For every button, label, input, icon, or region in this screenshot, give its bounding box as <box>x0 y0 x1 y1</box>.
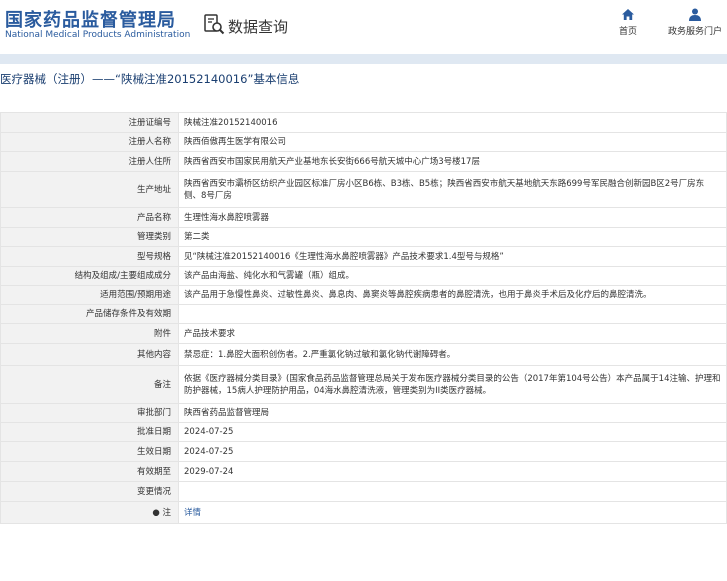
field-value: 陕西省西安市国家民用航天产业基地东长安街666号航天城中心广场3号楼17层 <box>178 151 727 172</box>
field-value: 依据《医疗器械分类目录》(国家食品药品监督管理总局关于发布医疗器械分类目录的公告… <box>178 365 727 404</box>
field-label: 注册人名称 <box>0 132 179 152</box>
table-row: 审批部门 陕西省药品监督管理局 <box>0 403 727 423</box>
field-value: 第二类 <box>178 227 727 247</box>
data-query-heading[interactable]: 数据查询 <box>203 13 288 39</box>
logo-subtitle: National Medical Products Administration <box>5 30 191 40</box>
user-icon <box>663 8 727 21</box>
field-value: 生理性海水鼻腔喷雾器 <box>178 207 727 228</box>
field-value <box>178 304 727 324</box>
site-header: 国家药品监督管理局 National Medical Products Admi… <box>0 0 727 54</box>
field-value: 2029-07-24 <box>178 461 727 482</box>
field-value: 禁忌症：1.鼻腔大面积创伤者。2.严重氯化钠过敏和氯化钠代谢障碍者。 <box>178 343 727 366</box>
table-row: 其他内容 禁忌症：1.鼻腔大面积创伤者。2.严重氯化钠过敏和氯化钠代谢障碍者。 <box>0 343 727 366</box>
note-label-text: 注 <box>162 507 171 518</box>
field-label: 审批部门 <box>0 403 179 423</box>
field-label: 有效期至 <box>0 461 179 482</box>
header-divider-strip <box>0 54 727 64</box>
logo-title[interactable]: 国家药品监督管理局 <box>5 6 176 32</box>
nav-gov-service[interactable]: 政务服务门户 <box>663 8 727 37</box>
table-row: 备注 依据《医疗器械分类目录》(国家食品药品监督管理总局关于发布医疗器械分类目录的… <box>0 365 727 404</box>
note-label: ● 注 <box>0 501 179 524</box>
table-row: 批准日期 2024-07-25 <box>0 422 727 442</box>
field-label: 批准日期 <box>0 422 179 442</box>
pin-icon: ● <box>152 507 163 518</box>
field-label: 注册人住所 <box>0 151 179 172</box>
field-label: 管理类别 <box>0 227 179 247</box>
field-value: 陕械注准20152140016 <box>178 112 727 133</box>
field-value: 陕西省西安市灞桥区纺织产业园区标准厂房小区B6栋、B3栋、B5栋；陕西省西安市航… <box>178 171 727 208</box>
device-info-table: 注册证编号 陕械注准20152140016 注册人名称 陕西佰傲再生医学有限公司 注册人… <box>0 112 727 524</box>
table-row: 注册人住所 陕西省西安市国家民用航天产业基地东长安街666号航天城中心广场3号楼1… <box>0 151 727 172</box>
device-info-body: 注册证编号 陕械注准20152140016 注册人名称 陕西佰傲再生医学有限公司 注册人… <box>0 112 727 524</box>
field-label: 注册证编号 <box>0 112 179 133</box>
field-value: 见“陕械注准20152140016《生理性海水鼻腔喷雾器》产品技术要求1.4型号… <box>178 246 727 267</box>
field-value: 产品技术要求 <box>178 323 727 344</box>
table-row: 附件 产品技术要求 <box>0 323 727 344</box>
field-value: 陕西佰傲再生医学有限公司 <box>178 132 727 152</box>
table-row: 生效日期 2024-07-25 <box>0 441 727 462</box>
field-value: 2024-07-25 <box>178 422 727 442</box>
table-row: 管理类别 第二类 <box>0 227 727 247</box>
field-label: 变更情况 <box>0 481 179 502</box>
note-value: 详情 <box>178 501 727 524</box>
field-label: 产品名称 <box>0 207 179 228</box>
field-value: 该产品由海盐、纯化水和气雾罐（瓶）组成。 <box>178 266 727 286</box>
field-value: 该产品用于急慢性鼻炎、过敏性鼻炎、鼻息肉、鼻窦炎等鼻腔疾病患者的鼻腔清洗，也用于… <box>178 285 727 305</box>
field-label: 生产地址 <box>0 171 179 208</box>
table-row: 注册证编号 陕械注准20152140016 <box>0 112 727 133</box>
field-value: 陕西省药品监督管理局 <box>178 403 727 423</box>
field-label: 生效日期 <box>0 441 179 462</box>
field-label: 附件 <box>0 323 179 344</box>
field-label: 其他内容 <box>0 343 179 366</box>
home-icon <box>614 8 642 21</box>
field-value <box>178 481 727 502</box>
field-label: 产品储存条件及有效期 <box>0 304 179 324</box>
field-value: 2024-07-25 <box>178 441 727 462</box>
data-query-label: 数据查询 <box>228 17 289 36</box>
field-label: 备注 <box>0 365 179 404</box>
nav-gov-service-label: 政务服务门户 <box>667 27 722 37</box>
table-row: 产品储存条件及有效期 <box>0 304 727 324</box>
field-label: 适用范围/预期用途 <box>0 285 179 305</box>
nav-home-label: 首页 <box>618 27 637 37</box>
table-row: 生产地址 陕西省西安市灞桥区纺织产业园区标准厂房小区B6栋、B3栋、B5栋；陕西省… <box>0 171 727 208</box>
table-row-note: ● 注详情 <box>0 501 727 524</box>
table-row: 注册人名称 陕西佰傲再生医学有限公司 <box>0 132 727 152</box>
table-row: 变更情况 <box>0 481 727 502</box>
nav-home[interactable]: 首页 <box>614 8 642 37</box>
table-row: 产品名称 生理性海水鼻腔喷雾器 <box>0 207 727 228</box>
document-search-icon <box>203 13 225 39</box>
field-label: 型号规格 <box>0 246 179 267</box>
table-row: 适用范围/预期用途 该产品用于急慢性鼻炎、过敏性鼻炎、鼻息肉、鼻窦炎等鼻腔疾病患者… <box>0 285 727 305</box>
detail-link[interactable]: 详情 <box>184 508 201 518</box>
page-title: 医疗器械（注册）——“陕械注准20152140016”基本信息 <box>0 72 300 86</box>
table-row: 结构及组成/主要组成成分 该产品由海盐、纯化水和气雾罐（瓶）组成。 <box>0 266 727 286</box>
table-row: 有效期至 2029-07-24 <box>0 461 727 482</box>
field-label: 结构及组成/主要组成成分 <box>0 266 179 286</box>
table-row: 型号规格 见“陕械注准20152140016《生理性海水鼻腔喷雾器》产品技术要求1… <box>0 246 727 267</box>
